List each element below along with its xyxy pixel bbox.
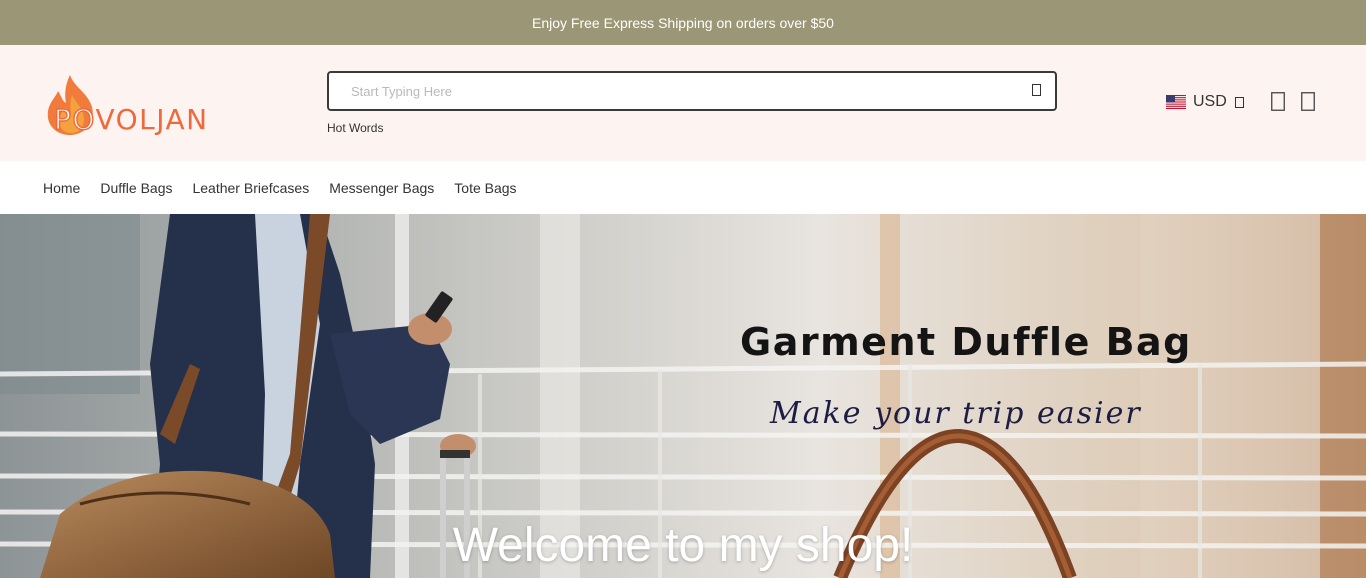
search-bar [327, 71, 1057, 111]
hero-title: Garment Duffle Bag [740, 320, 1192, 364]
nav-item-tote-bags[interactable]: Tote Bags [454, 180, 516, 196]
logo-prefix: PO [53, 102, 96, 136]
logo-wordmark: POVOLJAN [53, 102, 209, 136]
nav-item-messenger-bags[interactable]: Messenger Bags [329, 180, 434, 196]
main-nav: Home Duffle Bags Leather Briefcases Mess… [0, 161, 1366, 214]
announcement-bar: Enjoy Free Express Shipping on orders ov… [0, 0, 1366, 45]
search-icon [1031, 84, 1041, 96]
account-icon[interactable] [1271, 92, 1285, 111]
search-input[interactable] [329, 73, 1019, 109]
hero-banner[interactable]: Garment Duffle Bag Make your trip easier… [0, 214, 1366, 578]
search-button[interactable] [1029, 83, 1043, 97]
chevron-down-icon [1234, 96, 1244, 108]
nav-item-leather-briefcases[interactable]: Leather Briefcases [192, 180, 309, 196]
currency-selector[interactable]: USD [1166, 93, 1244, 111]
currency-code: USD [1193, 93, 1227, 110]
hero-welcome-text: Welcome to my shop! [452, 519, 914, 572]
hot-words-label[interactable]: Hot Words [327, 121, 383, 135]
store-logo[interactable]: POVOLJAN [44, 73, 236, 137]
cart-icon[interactable] [1301, 92, 1315, 111]
announcement-text: Enjoy Free Express Shipping on orders ov… [532, 14, 834, 31]
site-header: POVOLJAN Hot Words USD [0, 45, 1366, 161]
us-flag-icon [1166, 95, 1186, 109]
nav-item-home[interactable]: Home [43, 180, 80, 196]
logo-suffix: VOLJAN [95, 103, 209, 136]
hero-subtitle: Make your trip easier [770, 396, 1142, 431]
nav-item-duffle-bags[interactable]: Duffle Bags [100, 180, 172, 196]
